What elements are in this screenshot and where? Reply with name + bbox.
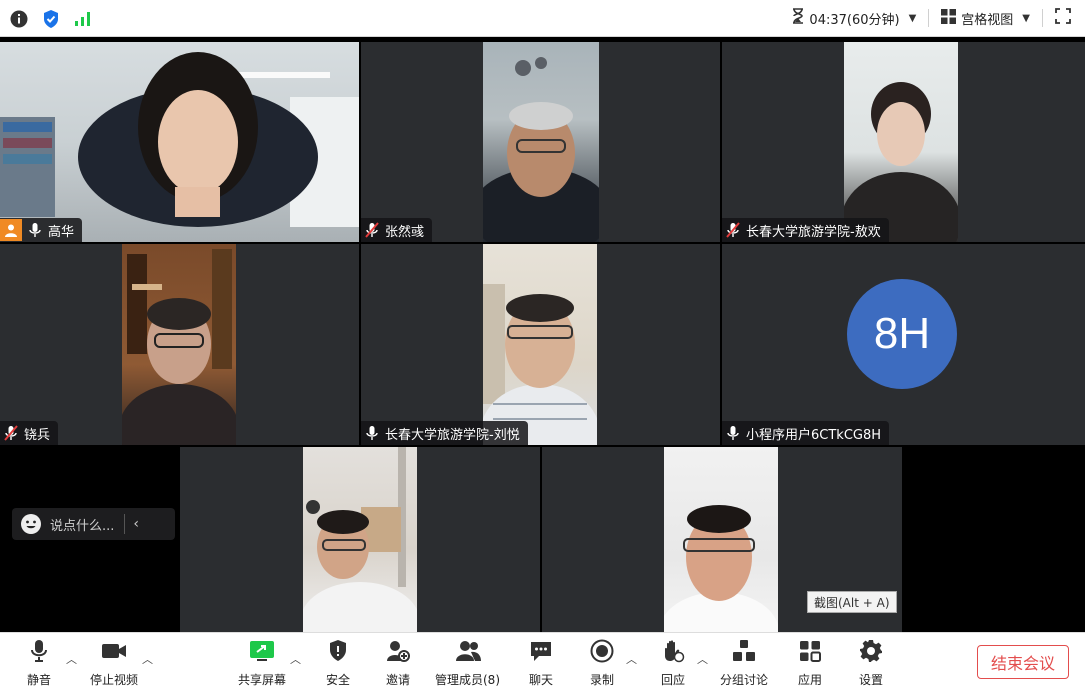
participant-name-tag: 小程序用户6CTkCG8H: [722, 421, 890, 445]
participant-name-tag: 张然彧: [361, 218, 433, 242]
security-shield-icon[interactable]: [42, 9, 60, 33]
participant-name: 长春大学旅游学院-敖欢: [746, 224, 881, 240]
video-tile[interactable]: 长春大学旅游学院-刘悦: [361, 244, 720, 445]
apps-button[interactable]: 应用: [796, 637, 824, 688]
gear-icon: [857, 637, 885, 665]
top-bar-left: [10, 9, 92, 33]
chat-placeholder: 说点什么...: [50, 518, 115, 534]
participant-name-tag: 高华: [0, 218, 83, 242]
video-feed: [303, 447, 417, 632]
security-button[interactable]: 安全: [324, 637, 352, 688]
microphone-muted-icon: [4, 425, 18, 441]
video-tile[interactable]: 8H 小程序用户6CTkCG8H: [722, 244, 1085, 445]
participant-name: 铙兵: [24, 427, 51, 443]
divider: [1042, 9, 1043, 27]
top-bar-right: 04:37(60分钟) ▼ 宫格视图 ▼: [792, 8, 1071, 28]
chevron-left-icon[interactable]: ‹: [133, 516, 139, 532]
microphone-muted-icon: [726, 222, 740, 238]
chat-bubble-icon: [527, 637, 555, 665]
screenshot-tooltip: 截图(Alt + A): [807, 591, 897, 613]
participant-name-tag: 长春大学旅游学院-刘悦: [361, 421, 528, 445]
network-signal-icon[interactable]: [74, 11, 92, 31]
microphone-icon: [25, 637, 53, 665]
hourglass-icon: [792, 8, 804, 28]
chevron-down-icon: ▼: [1022, 12, 1030, 24]
chat-button[interactable]: 聊天: [527, 637, 555, 688]
participant-name-tag: 长春大学旅游学院-敖欢: [722, 218, 889, 242]
timer-text: 04:37(60分钟): [809, 12, 900, 28]
apps-icon: [796, 637, 824, 665]
chevron-up-icon[interactable]: ︿: [697, 651, 708, 667]
chevron-up-icon[interactable]: ︿: [66, 651, 77, 667]
participant-name: 小程序用户6CTkCG8H: [746, 427, 882, 443]
chat-input-bubble[interactable]: 说点什么... ‹: [12, 508, 175, 540]
settings-button[interactable]: 设置: [857, 637, 885, 688]
video-tile[interactable]: 长春大学旅游学院-敖欢: [722, 42, 1085, 242]
invite-button[interactable]: 邀请: [384, 637, 412, 688]
bottom-toolbar: 静音 ︿ 停止视频 ︿ 共享屏幕 ︿ 安全 邀请 管理成员(8) 聊天 录制 ︿…: [0, 632, 1085, 690]
participant-name: 长春大学旅游学院-刘悦: [385, 427, 520, 443]
chevron-down-icon: ▼: [908, 12, 917, 24]
fullscreen-icon[interactable]: [1055, 8, 1071, 28]
divider: [124, 514, 126, 534]
video-feed: [483, 244, 597, 445]
breakout-icon: [730, 637, 758, 665]
user-avatar-icon: [0, 219, 22, 241]
add-user-icon: [384, 637, 412, 665]
timer-dropdown[interactable]: 04:37(60分钟) ▼: [792, 8, 916, 28]
top-bar: 04:37(60分钟) ▼ 宫格视图 ▼: [0, 0, 1085, 37]
chevron-up-icon[interactable]: ︿: [626, 651, 637, 667]
divider: [928, 9, 930, 27]
members-icon: [454, 637, 482, 665]
share-screen-button[interactable]: 共享屏幕: [238, 637, 286, 688]
microphone-icon: [29, 223, 41, 237]
video-grid: 高华 张然彧 长春大学旅游学院-敖欢 铙兵 长春大学旅游学院-刘悦 8H 小程序…: [0, 38, 1085, 632]
view-mode-dropdown[interactable]: 宫格视图 ▼: [941, 8, 1030, 28]
view-mode-label: 宫格视图: [961, 12, 1014, 28]
record-button[interactable]: 录制: [588, 637, 616, 688]
emoji-icon[interactable]: [20, 513, 42, 535]
mute-button[interactable]: 静音: [25, 637, 53, 688]
video-camera-icon: [100, 637, 128, 665]
video-feed: [844, 42, 958, 242]
participant-name: 张然彧: [385, 224, 425, 240]
microphone-icon: [366, 426, 378, 440]
reaction-button[interactable]: 回应: [659, 637, 687, 688]
video-feed: [0, 42, 359, 242]
raise-hand-icon: [659, 637, 687, 665]
microphone-icon: [727, 426, 739, 440]
manage-members-button[interactable]: 管理成员(8): [435, 637, 500, 688]
video-tile[interactable]: 张然彧: [361, 42, 720, 242]
record-icon: [588, 637, 616, 665]
participant-name: 高华: [48, 224, 75, 240]
end-meeting-button[interactable]: 结束会议: [977, 645, 1069, 679]
chevron-up-icon[interactable]: ︿: [142, 651, 153, 667]
shield-icon: [324, 637, 352, 665]
video-tile[interactable]: 铙兵: [0, 244, 359, 445]
stop-video-button[interactable]: 停止视频: [90, 637, 138, 688]
avatar: 8H: [847, 279, 957, 389]
info-icon[interactable]: [10, 10, 28, 32]
participant-name-tag: 铙兵: [0, 421, 59, 445]
meeting-window: 04:37(60分钟) ▼ 宫格视图 ▼ 高华 张然彧 长春大学旅游学院-敖欢 …: [0, 0, 1085, 690]
video-feed: [122, 244, 236, 445]
chevron-up-icon[interactable]: ︿: [290, 651, 301, 667]
video-feed: [483, 42, 599, 242]
video-tile[interactable]: 高华: [0, 42, 359, 242]
grid-view-icon: [941, 8, 957, 28]
breakout-rooms-button[interactable]: 分组讨论: [720, 637, 768, 688]
video-tile[interactable]: [180, 447, 540, 632]
microphone-muted-icon: [365, 222, 379, 238]
video-feed: [664, 447, 778, 632]
share-screen-icon: [248, 637, 276, 665]
